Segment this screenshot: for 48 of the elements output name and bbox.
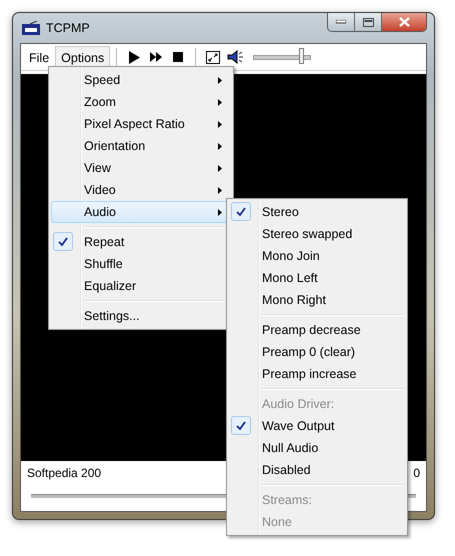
checkmark-icon bbox=[53, 232, 73, 251]
menu-item[interactable]: Stereo swapped bbox=[229, 223, 405, 245]
submenu-arrow-icon bbox=[218, 165, 222, 172]
time-text: 0 bbox=[413, 466, 420, 480]
submenu-arrow-icon bbox=[218, 77, 222, 84]
maximize-icon bbox=[362, 18, 374, 26]
close-button[interactable] bbox=[381, 13, 426, 31]
menu-item[interactable]: Preamp 0 (clear) bbox=[229, 341, 405, 363]
close-icon bbox=[398, 17, 410, 27]
menu-item[interactable]: Zoom bbox=[51, 91, 231, 113]
menu-item[interactable]: Mono Right bbox=[229, 289, 405, 311]
submenu-arrow-icon bbox=[218, 143, 222, 150]
menu-item[interactable]: Video bbox=[51, 179, 231, 201]
menu-item[interactable]: Preamp increase bbox=[229, 363, 405, 385]
slider-thumb[interactable] bbox=[298, 48, 304, 64]
minimize-button[interactable] bbox=[328, 13, 354, 31]
fullscreen-icon[interactable] bbox=[206, 50, 220, 64]
window-title: TCPMP bbox=[46, 21, 90, 35]
menu-item[interactable]: Mono Left bbox=[229, 267, 405, 289]
menu-item[interactable]: Wave Output bbox=[229, 415, 405, 437]
menu-bar-item[interactable]: Options bbox=[55, 46, 110, 68]
menu-item[interactable]: Orientation bbox=[51, 135, 231, 157]
submenu-arrow-icon bbox=[218, 209, 222, 216]
menu-item[interactable]: Null Audio bbox=[229, 437, 405, 459]
app-logo-icon bbox=[22, 21, 40, 35]
track-title: Softpedia 200 bbox=[27, 466, 102, 480]
submenu-arrow-icon bbox=[218, 187, 222, 194]
menu-item[interactable]: View bbox=[51, 157, 231, 179]
menu-item[interactable]: Mono Join bbox=[229, 245, 405, 267]
submenu-arrow-icon bbox=[218, 99, 222, 106]
minimize-icon bbox=[336, 20, 346, 24]
menu-item[interactable]: Pixel Aspect Ratio bbox=[51, 113, 231, 135]
stop-icon[interactable] bbox=[173, 52, 184, 62]
menu-item[interactable]: Disabled bbox=[229, 459, 405, 481]
menu-header: None bbox=[261, 514, 293, 531]
menu-item[interactable]: Preamp decrease bbox=[229, 319, 405, 341]
fast-forward-icon[interactable] bbox=[150, 52, 162, 62]
menu-header: Audio Driver: bbox=[261, 396, 336, 413]
menu-header: Streams: bbox=[261, 492, 314, 509]
maximize-button[interactable] bbox=[354, 13, 381, 31]
menu-item[interactable]: Stereo bbox=[229, 201, 405, 223]
speaker-icon[interactable] bbox=[227, 50, 244, 64]
play-icon[interactable] bbox=[128, 50, 140, 64]
checkmark-icon bbox=[231, 202, 251, 221]
submenu-arrow-icon bbox=[218, 121, 222, 128]
checkmark-icon bbox=[231, 416, 251, 435]
menu-bar-item[interactable]: File bbox=[23, 46, 56, 68]
menu-item[interactable]: Speed bbox=[51, 69, 231, 91]
